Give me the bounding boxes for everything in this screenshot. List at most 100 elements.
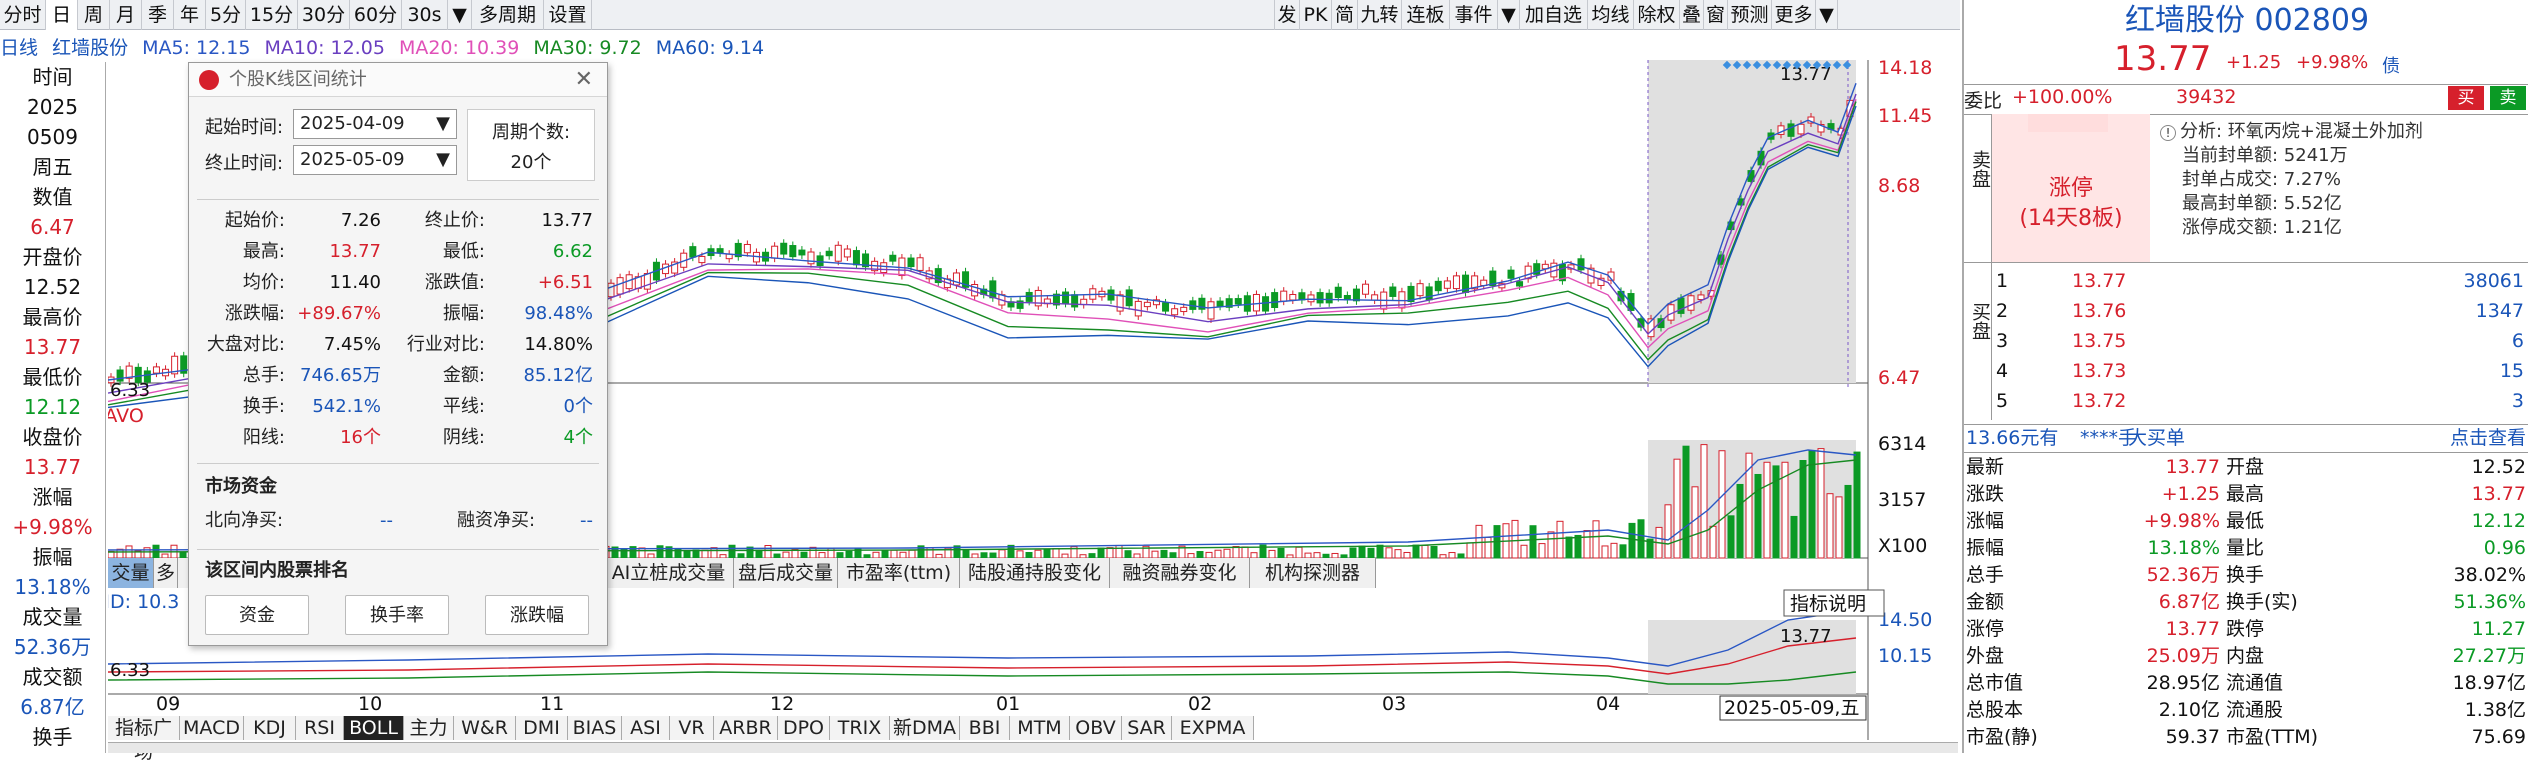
rank-turnover-button[interactable]: 换手率 bbox=[345, 595, 449, 635]
candle-body bbox=[1434, 280, 1442, 292]
bid-row[interactable]: 4 13.73 15 bbox=[1992, 356, 2528, 386]
sub-tab-8[interactable]: 陆股通持股变化 bbox=[960, 558, 1110, 588]
period-tab-8[interactable]: 30分 bbox=[298, 0, 350, 30]
bid-row[interactable]: 2 13.76 1347 bbox=[1992, 296, 2528, 326]
indicator-tab-10[interactable]: VR bbox=[670, 716, 714, 740]
tool-9[interactable]: 除权 bbox=[1634, 0, 1680, 30]
indicator-tab-3[interactable]: RSI bbox=[296, 716, 344, 740]
tool-11[interactable]: 窗 bbox=[1704, 0, 1728, 30]
indicator-tab-5[interactable]: 主力 bbox=[404, 716, 454, 740]
candle-body bbox=[1134, 300, 1142, 317]
left-value-5: 13.77 bbox=[23, 335, 82, 359]
tool-7[interactable]: 加自选 bbox=[1520, 0, 1588, 30]
indicator-tab-7[interactable]: DMI bbox=[516, 716, 568, 740]
bid-row[interactable]: 5 13.72 3 bbox=[1992, 386, 2528, 416]
end-time-select[interactable]: 2025-05-09 ▼ bbox=[293, 145, 457, 175]
tick-link[interactable]: 点击查看 bbox=[2450, 424, 2526, 452]
quote-panel: 红墙股份 002809 13.77 +1.25 +9.98% 债 委比 +100… bbox=[1962, 0, 2528, 753]
tool-0[interactable]: 发 bbox=[1274, 0, 1300, 30]
sub-tab-7[interactable]: 市盈率(ttm) bbox=[838, 558, 960, 588]
volume-bar bbox=[710, 547, 718, 559]
sub-tab-10[interactable]: 机构探测器 bbox=[1250, 558, 1376, 588]
period-tab-7[interactable]: 15分 bbox=[246, 0, 298, 30]
quote-label: 最低 bbox=[2226, 510, 2265, 532]
indicator-tab-4[interactable]: BOLL bbox=[344, 716, 404, 740]
period-tab-9[interactable]: 60分 bbox=[350, 0, 402, 30]
left-label-3: 数值 bbox=[32, 185, 73, 209]
indicator-tab-8[interactable]: BIAS bbox=[568, 716, 622, 740]
sub-tab-0[interactable]: 交量 bbox=[108, 558, 154, 588]
period-tab-13[interactable]: 设置 bbox=[544, 0, 592, 30]
candle-body bbox=[780, 242, 788, 255]
indicator-tab-14[interactable]: 新DMA bbox=[890, 716, 960, 740]
tool-12[interactable]: 预测 bbox=[1728, 0, 1772, 30]
period-tab-12[interactable]: 多周期 bbox=[472, 0, 544, 30]
period-tab-4[interactable]: 季 bbox=[142, 0, 174, 30]
sub-tab-6[interactable]: 盘后成交量 bbox=[734, 558, 838, 588]
candle-body bbox=[1677, 297, 1685, 314]
volume-bar bbox=[1601, 545, 1609, 559]
sub-tab-5[interactable]: AI立桩成交量 bbox=[604, 558, 734, 588]
quote-row: 外盘 25.09万 内盘 27.27万 bbox=[1964, 643, 2528, 669]
indicator-tab-16[interactable]: MTM bbox=[1010, 716, 1070, 740]
indicator-tab-0[interactable]: 指标广场 bbox=[108, 716, 180, 763]
buy-button[interactable]: 买 bbox=[2448, 86, 2484, 110]
period-tab-10[interactable]: 30s bbox=[402, 0, 448, 30]
divider bbox=[197, 199, 599, 200]
indicator-tab-2[interactable]: KDJ bbox=[244, 716, 296, 740]
bid-row[interactable]: 3 13.75 6 bbox=[1992, 326, 2528, 356]
seal-line: 当前封单额: 5241万 bbox=[2182, 145, 2348, 166]
tool-6[interactable]: ▼ bbox=[1498, 0, 1520, 30]
volume-bar bbox=[692, 549, 700, 559]
indicator-tab-13[interactable]: TRIX bbox=[830, 716, 890, 740]
stat-label: 平线: bbox=[442, 396, 485, 417]
period-tab-5[interactable]: 年 bbox=[174, 0, 206, 30]
bond-tag[interactable]: 债 bbox=[2382, 52, 2400, 78]
period-tab-1[interactable]: 日 bbox=[46, 0, 78, 30]
close-icon[interactable]: ✕ bbox=[575, 63, 593, 97]
quote-value: 12.52 bbox=[2471, 456, 2526, 478]
indicator-tab-1[interactable]: MACD bbox=[180, 716, 244, 740]
period-tab-0[interactable]: 分时 bbox=[0, 0, 46, 30]
tool-4[interactable]: 连板 bbox=[1402, 0, 1450, 30]
indicator-tab-17[interactable]: OBV bbox=[1070, 716, 1122, 740]
tool-2[interactable]: 简 bbox=[1332, 0, 1358, 30]
volume-bar bbox=[1556, 520, 1564, 559]
indicator-tab-6[interactable]: W&R bbox=[454, 716, 516, 740]
bid-row[interactable]: 1 13.77 38061 bbox=[1992, 266, 2528, 296]
indicator-tab-12[interactable]: DPO bbox=[778, 716, 830, 740]
tool-13[interactable]: 更多 bbox=[1772, 0, 1816, 30]
tool-10[interactable]: 叠 bbox=[1680, 0, 1704, 30]
sub-tab-1[interactable]: 多 bbox=[154, 558, 178, 588]
period-tab-2[interactable]: 周 bbox=[78, 0, 110, 30]
north-buy-value: -- bbox=[380, 510, 393, 531]
tool-1[interactable]: PK bbox=[1300, 0, 1332, 30]
candle-body bbox=[1207, 301, 1215, 320]
seal-line: 最高封单额: 5.52亿 bbox=[2182, 193, 2342, 214]
quote-value: 25.09万 bbox=[2146, 645, 2220, 667]
chevron-down-icon: ▼ bbox=[436, 149, 450, 170]
tick-line: 13.66元有 ****手 大买单 点击查看 bbox=[1964, 424, 2528, 452]
period-tab-11[interactable]: ▼ bbox=[448, 0, 472, 30]
sell-button[interactable]: 卖 bbox=[2490, 86, 2526, 110]
indicator-tab-15[interactable]: BBI bbox=[960, 716, 1010, 740]
sub-tab-9[interactable]: 融资融券变化 bbox=[1110, 558, 1250, 588]
quote-row: 涨停 13.77 跌停 11.27 bbox=[1964, 616, 2528, 642]
tool-8[interactable]: 均线 bbox=[1588, 0, 1634, 30]
indicator-tab-9[interactable]: ASI bbox=[622, 716, 670, 740]
start-time-select[interactable]: 2025-04-09 ▼ bbox=[293, 109, 457, 139]
period-tab-6[interactable]: 5分 bbox=[206, 0, 246, 30]
indicator-tab-18[interactable]: SAR bbox=[1122, 716, 1172, 740]
candle-body bbox=[689, 246, 697, 258]
candle-body bbox=[152, 366, 160, 374]
tool-3[interactable]: 九转 bbox=[1358, 0, 1402, 30]
rank-fund-button[interactable]: 资金 bbox=[205, 595, 309, 635]
tool-5[interactable]: 事件 bbox=[1450, 0, 1498, 30]
more-chevron-icon[interactable]: ▼ bbox=[1816, 0, 1838, 30]
period-tab-3[interactable]: 月 bbox=[110, 0, 142, 30]
indicator-tab-11[interactable]: ARBR bbox=[714, 716, 778, 740]
volume-bar bbox=[1736, 483, 1744, 559]
rank-change-button[interactable]: 涨跌幅 bbox=[485, 595, 589, 635]
indicator-tab-19[interactable]: EXPMA bbox=[1172, 716, 1254, 740]
candle-body bbox=[1025, 291, 1033, 302]
